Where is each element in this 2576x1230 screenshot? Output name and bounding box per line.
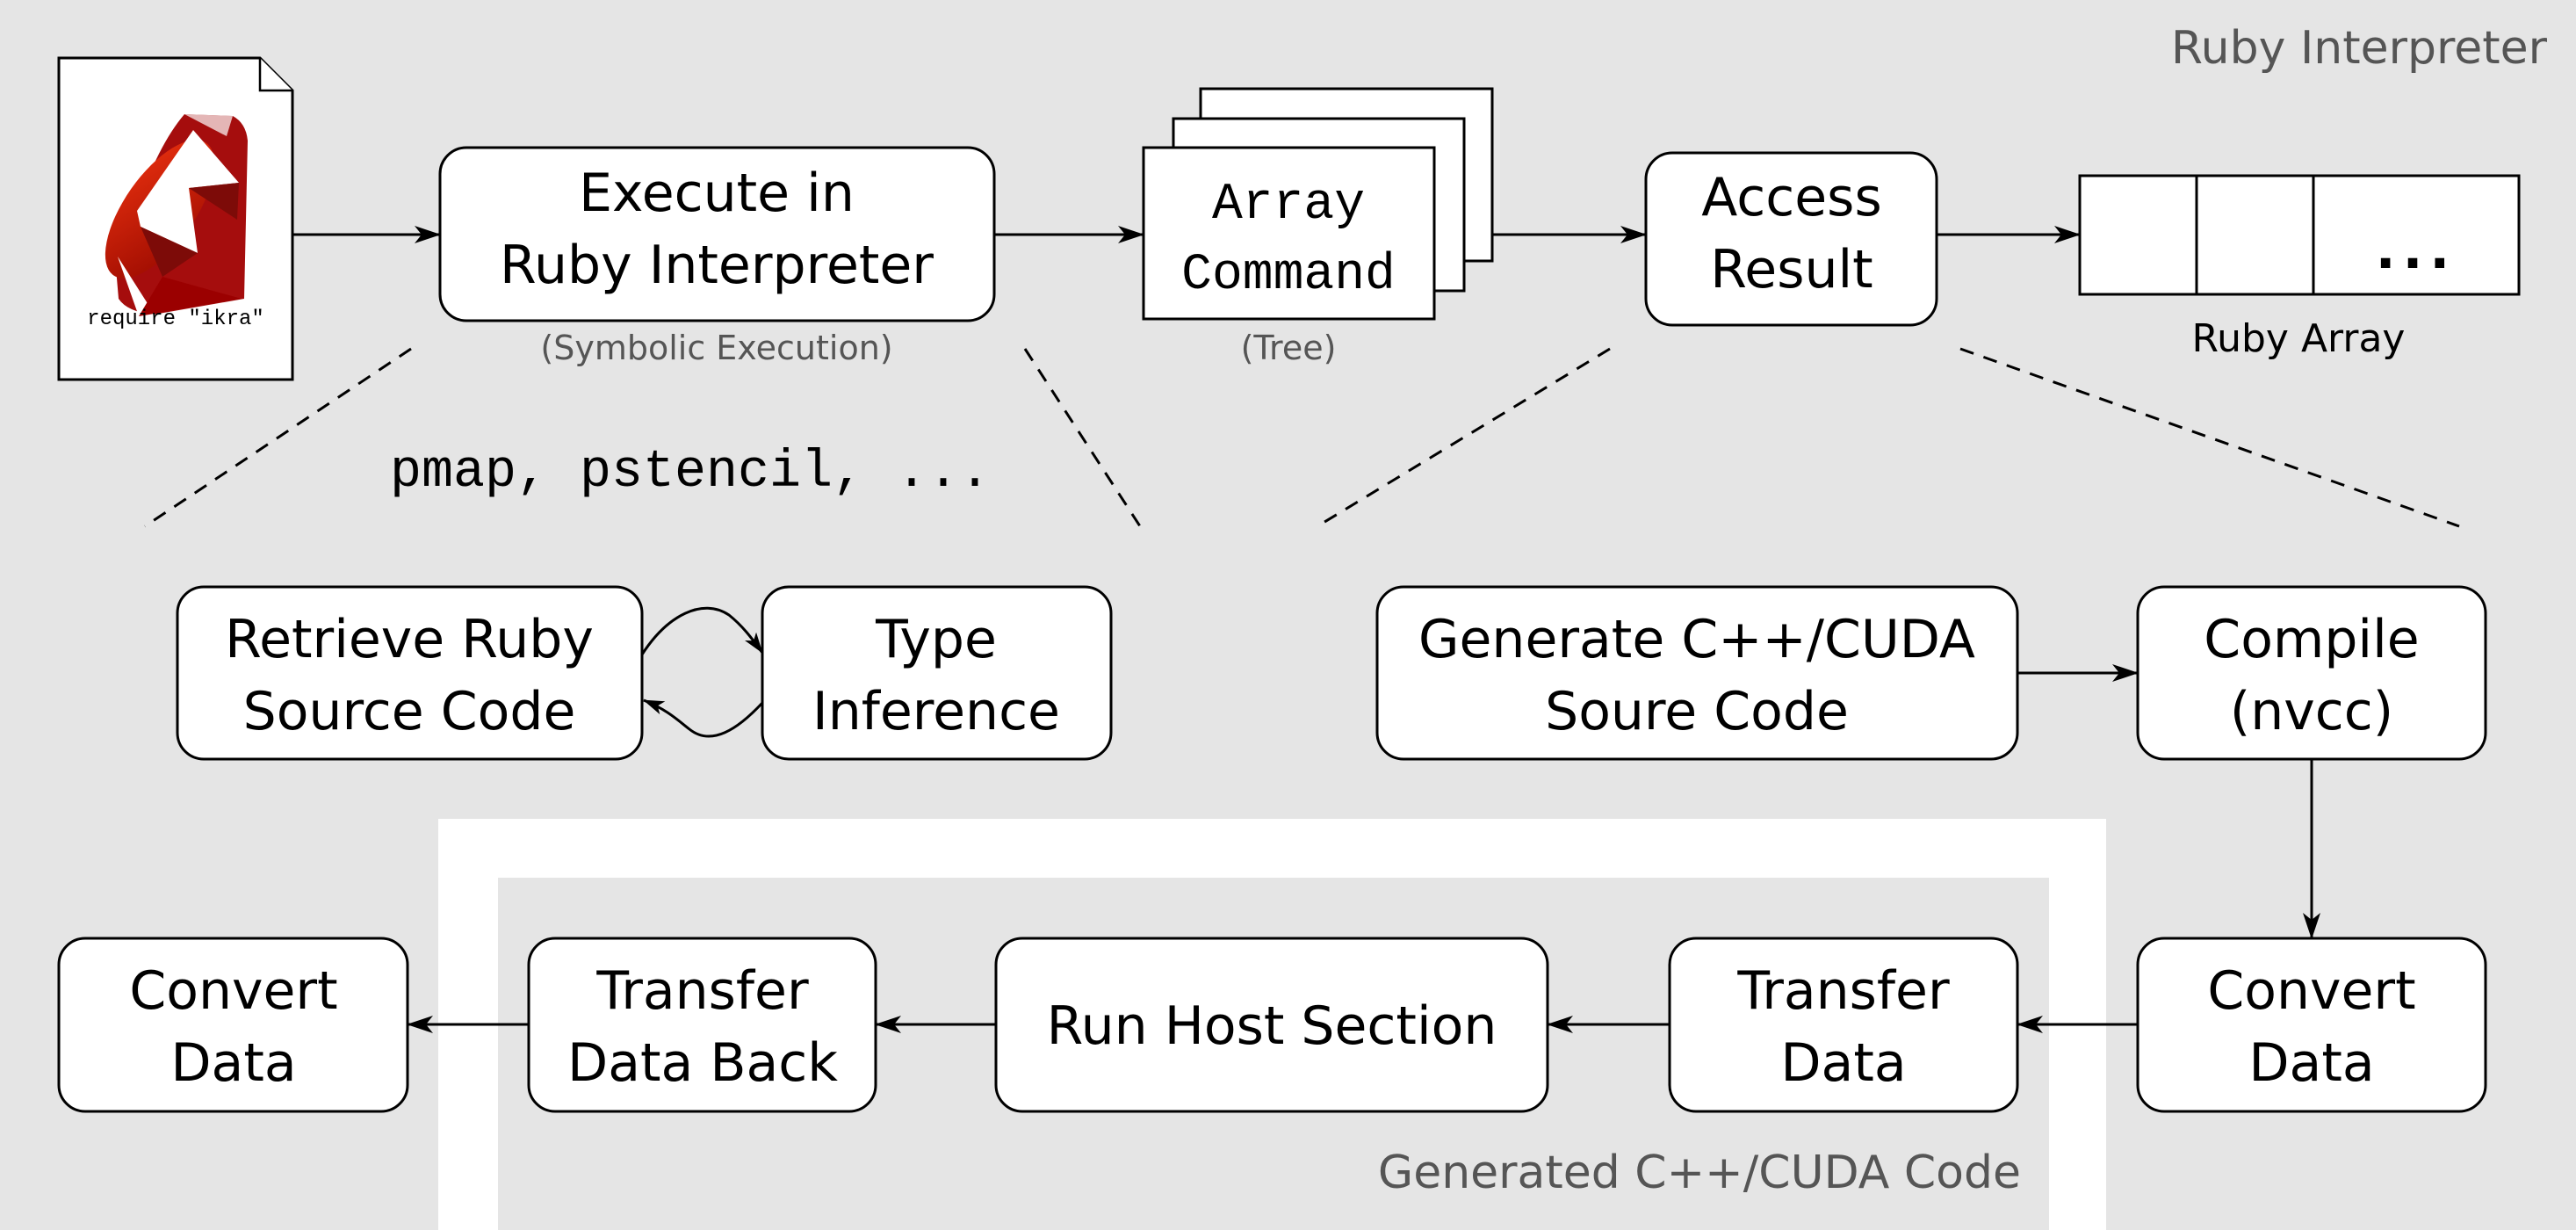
convert-data-left-box[interactable]: Convert Data: [57, 937, 409, 1113]
execute-in-ruby-interpreter-box[interactable]: Execute in Ruby Interpreter: [438, 146, 996, 322]
convert-right-line1: Convert: [2207, 960, 2415, 1022]
diagram-canvas: Ruby Interpreter Generated C++/CUDA Code…: [0, 0, 2576, 1230]
transfer-line1: Transfer: [1736, 960, 1950, 1022]
access-result-line1: Access: [1701, 167, 1881, 228]
type-inference-line2: Inference: [812, 681, 1060, 742]
execute-line2: Ruby Interpreter: [500, 235, 934, 296]
convert-data-right-box[interactable]: Convert Data: [2136, 937, 2487, 1113]
transfer-line2: Data: [1780, 1032, 1906, 1094]
transfer-data-box[interactable]: Transfer Data: [1668, 937, 2019, 1113]
run-host-line1: Run Host Section: [1047, 995, 1497, 1057]
source-file-document: require "ikra": [57, 56, 294, 381]
generate-line2: Soure Code: [1545, 681, 1849, 742]
compile-line1: Compile: [2204, 609, 2419, 670]
retrieve-line2: Source Code: [243, 681, 576, 742]
run-host-section-box[interactable]: Run Host Section: [994, 937, 1549, 1113]
execute-line1: Execute in: [579, 163, 855, 224]
convert-left-line2: Data: [170, 1032, 296, 1094]
tree-caption: (Tree): [1241, 329, 1337, 367]
type-inference-line1: Type: [875, 609, 997, 670]
array-command-line1: Array: [1212, 177, 1365, 234]
array-command-line2: Command: [1181, 247, 1396, 304]
type-inference-box[interactable]: Type Inference: [761, 585, 1113, 761]
ruby-interpreter-label: Ruby Interpreter: [2171, 22, 2548, 75]
array-command-stack[interactable]: Array Command: [1142, 87, 1494, 321]
convert-right-line2: Data: [2248, 1032, 2374, 1094]
require-ikra-code: require "ikra": [87, 308, 264, 331]
compile-nvcc-box[interactable]: Compile (nvcc): [2136, 585, 2487, 761]
parallel-methods-text: pmap, pstencil, ...: [390, 443, 991, 503]
ruby-array-ellipsis: ...: [2376, 220, 2457, 281]
retrieve-ruby-source-code-box[interactable]: Retrieve Ruby Source Code: [176, 585, 644, 761]
access-result-box[interactable]: Access Result: [1644, 151, 1938, 327]
transfer-back-line1: Transfer: [595, 960, 809, 1022]
generate-line1: Generate C++/CUDA: [1418, 609, 1975, 670]
convert-left-line1: Convert: [129, 960, 337, 1022]
access-result-line2: Result: [1710, 239, 1872, 300]
generate-cuda-source-box[interactable]: Generate C++/CUDA Soure Code: [1375, 585, 2019, 761]
symbolic-execution-caption: (Symbolic Execution): [540, 329, 892, 367]
transfer-back-line2: Data Back: [567, 1032, 838, 1094]
ruby-array-caption: Ruby Array: [2192, 316, 2406, 361]
retrieve-line1: Retrieve Ruby: [225, 609, 594, 670]
transfer-data-back-box[interactable]: Transfer Data Back: [527, 937, 877, 1113]
generated-code-label: Generated C++/CUDA Code: [1378, 1147, 2021, 1199]
ruby-array: ...: [2078, 174, 2521, 296]
compile-line2: (nvcc): [2230, 681, 2393, 742]
